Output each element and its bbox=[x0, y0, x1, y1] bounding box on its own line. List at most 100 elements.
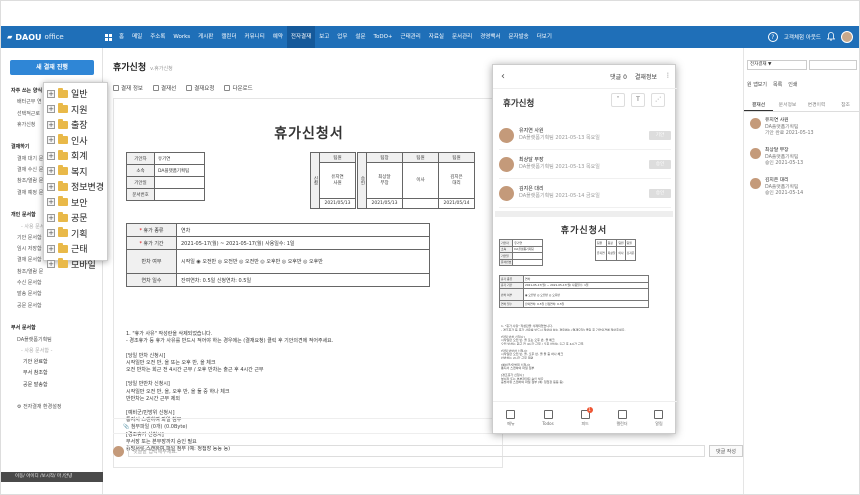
expand-plus-icon[interactable]: + bbox=[47, 151, 55, 160]
nav-item[interactable]: 문서관리 bbox=[448, 26, 476, 48]
comment-submit-button[interactable]: 댓글 작성 bbox=[709, 445, 743, 457]
nav-item[interactable]: Works bbox=[169, 26, 194, 48]
help-icon[interactable]: ? bbox=[767, 32, 778, 42]
nav-item[interactable]: 예약 bbox=[269, 26, 287, 48]
bell-icon[interactable] bbox=[826, 31, 836, 43]
expand-plus-icon[interactable]: + bbox=[47, 89, 55, 98]
sidebar-item[interactable]: 공문 문서함 bbox=[11, 301, 101, 312]
category-item[interactable]: + 근태 bbox=[44, 241, 107, 257]
app-logo[interactable]: ▰ DAOU office bbox=[1, 33, 101, 42]
mobile-header-item[interactable]: ⋮ bbox=[665, 72, 671, 81]
mobile-approver-row[interactable]: 유지연 사원 DA플랫폼기획팀 2021-05-13 목요일 기안 bbox=[499, 121, 671, 150]
mobile-nav-item[interactable]: 메뉴 bbox=[506, 409, 516, 427]
detail-value[interactable]: 시작일 ◉ 오전반 ◎ 오전반 ◎ 오전반 ◎ 오후반 ◎ 오후반 ◎ 오후반 bbox=[176, 249, 430, 274]
nav-item[interactable]: 메일 bbox=[128, 26, 146, 48]
sidebar-item[interactable]: 발송 문서함 bbox=[11, 289, 101, 300]
approver-row[interactable]: 최상달 부장 DA플랫폼기획팀 승인 2021-05-13 bbox=[750, 148, 858, 178]
mobile-header-item[interactable]: 댓글 0 bbox=[610, 72, 627, 81]
nav-item[interactable]: 업무 bbox=[333, 26, 351, 48]
nav-item[interactable]: 게시판 bbox=[194, 26, 217, 48]
expand-plus-icon[interactable]: + bbox=[47, 105, 55, 114]
category-item[interactable]: + 인사 bbox=[44, 133, 107, 149]
info-label: 문서번호 bbox=[126, 188, 155, 201]
search-input[interactable] bbox=[809, 60, 857, 70]
toolbar-button[interactable]: 결재요청 bbox=[186, 84, 214, 92]
text-size-icon[interactable]: T bbox=[631, 93, 645, 107]
nav-item[interactable]: 설문 bbox=[351, 26, 369, 48]
category-item[interactable]: + 정보변경 bbox=[44, 179, 107, 195]
detail-value[interactable]: 연차 bbox=[176, 223, 430, 237]
category-item[interactable]: + 모바일 bbox=[44, 257, 107, 273]
sidebar-item[interactable]: 공문 발송함 bbox=[11, 380, 101, 391]
nav-item[interactable]: 홈 bbox=[115, 26, 128, 48]
sidebar-item[interactable]: 수신 문서함 bbox=[11, 278, 101, 289]
sidebar-item[interactable]: DA플랫폼기획팀 bbox=[11, 335, 101, 346]
nav-item[interactable]: 문자발송 bbox=[504, 26, 532, 48]
user-avatar[interactable] bbox=[841, 31, 853, 43]
toolbar-button[interactable]: 다운로드 bbox=[224, 84, 253, 92]
nav-item[interactable]: ToDO+ bbox=[370, 26, 397, 48]
expand-plus-icon[interactable]: + bbox=[47, 167, 55, 176]
expand-plus-icon[interactable]: + bbox=[47, 260, 55, 269]
mobile-nav-item[interactable]: 알림 bbox=[654, 409, 664, 427]
expand-plus-icon[interactable]: + bbox=[47, 182, 55, 191]
share-icon[interactable]: ⋰ bbox=[651, 93, 665, 107]
right-tool-button[interactable]: 원 앱보기 bbox=[747, 81, 767, 88]
right-tab[interactable]: 문서정보 bbox=[773, 100, 802, 111]
category-item[interactable]: + 공문 bbox=[44, 210, 107, 226]
nav-item[interactable]: 커뮤니티 bbox=[241, 26, 269, 48]
category-item[interactable]: + 출장 bbox=[44, 117, 107, 133]
category-item[interactable]: + 복지 bbox=[44, 164, 107, 180]
sidebar-item[interactable]: - 사용 문서함 - bbox=[11, 346, 101, 357]
attachment-bar[interactable]: 📎 첨부파일 (0개) (0.0Byte) bbox=[113, 418, 503, 434]
expand-plus-icon[interactable]: + bbox=[47, 229, 55, 238]
nav-item[interactable]: 근태관리 bbox=[397, 26, 425, 48]
toolbar-button[interactable]: 결재 정보 bbox=[113, 84, 143, 92]
nav-item[interactable]: 자료실 bbox=[425, 26, 448, 48]
toolbar-button[interactable]: 결재선 bbox=[153, 84, 176, 92]
new-approval-button[interactable]: 새 결재 진행 bbox=[10, 60, 94, 75]
chevron-up-icon[interactable]: ˄ bbox=[611, 93, 625, 107]
detail-value[interactable]: 2021-05-17(월) ~ 2021-05-17(월) 사용일수: 1일 bbox=[176, 236, 430, 250]
nav-item[interactable]: 주소록 bbox=[146, 26, 169, 48]
sidebar-item[interactable]: 부서 참조함 bbox=[11, 368, 101, 379]
right-tab[interactable]: 결재선 bbox=[744, 100, 773, 111]
right-tool-button[interactable]: 목록 bbox=[773, 81, 782, 88]
category-item[interactable]: + 회계 bbox=[44, 148, 107, 164]
mobile-approver-row[interactable]: 최상달 부장 DA플랫폼기획팀 2021-05-13 목요일 승인 bbox=[499, 150, 671, 179]
sidebar-item[interactable]: ⚙ 전자결재 환경설정 bbox=[11, 402, 101, 413]
right-tab[interactable]: 참조 bbox=[831, 100, 860, 111]
nav-item[interactable]: 전자결재 bbox=[286, 26, 316, 48]
user-name[interactable]: 고객체험 아웃드 bbox=[784, 33, 821, 41]
approver-row[interactable]: 유지연 사원 DA플랫폼기획팀 기안 완료 2021-05-13 bbox=[750, 118, 858, 148]
mobile-approver-row[interactable]: 김지은 대리 DA플랫폼기획팀 2021-05-14 금요일 승인 bbox=[499, 179, 671, 208]
expand-plus-icon[interactable]: + bbox=[47, 213, 55, 222]
sidebar-item[interactable]: 기안 완료함 bbox=[11, 357, 101, 368]
right-tab[interactable]: 변경이력 bbox=[802, 100, 831, 111]
back-arrow-icon[interactable]: ‹ bbox=[493, 71, 513, 82]
category-item[interactable]: + 일반 bbox=[44, 86, 107, 102]
expand-plus-icon[interactable]: + bbox=[47, 120, 55, 129]
nav-item[interactable]: 캘린더 bbox=[217, 26, 240, 48]
sidebar-item[interactable]: 부서 문서함 bbox=[11, 323, 101, 334]
nav-item[interactable]: 보고 bbox=[315, 26, 333, 48]
search-scope-select[interactable]: 전자결재 ▼ bbox=[747, 60, 807, 70]
category-item[interactable]: + 보안 bbox=[44, 195, 107, 211]
mobile-header-item[interactable]: 결재정보 bbox=[635, 72, 657, 81]
mobile-nav-item[interactable]: 캘린더 bbox=[617, 409, 628, 427]
approver-row[interactable]: 김지은 대리 DA플랫폼기획팀 승인 2021-05-14 bbox=[750, 178, 858, 208]
category-label: 회계 bbox=[71, 152, 88, 163]
nav-item[interactable]: 경영백서 bbox=[476, 26, 504, 48]
right-tool-button[interactable]: 인쇄 bbox=[788, 81, 797, 88]
grid-icon[interactable] bbox=[101, 26, 115, 48]
mobile-nav-item[interactable]: 1 피드 bbox=[580, 406, 593, 427]
expand-plus-icon[interactable]: + bbox=[47, 198, 55, 207]
expand-plus-icon[interactable]: + bbox=[47, 244, 55, 253]
detail-value[interactable]: 잔여연차: 0.5일 신청연차: 0.5일 bbox=[176, 273, 430, 287]
comment-input[interactable]: 댓글을 입력해주세요. bbox=[128, 445, 705, 457]
category-item[interactable]: + 기획 bbox=[44, 226, 107, 242]
category-item[interactable]: + 지원 bbox=[44, 102, 107, 118]
nav-item[interactable]: 더보기 bbox=[533, 26, 556, 48]
expand-plus-icon[interactable]: + bbox=[47, 136, 55, 145]
mobile-nav-item[interactable]: Todos bbox=[542, 410, 554, 426]
